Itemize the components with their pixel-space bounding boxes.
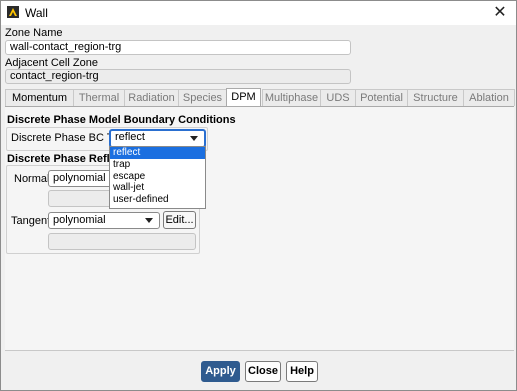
bc-option-escape[interactable]: escape: [110, 171, 205, 183]
bc-option-user-defined[interactable]: user-defined: [110, 194, 205, 206]
adjacent-cell-zone-label: Adjacent Cell Zone: [5, 57, 98, 69]
footer-divider: [5, 350, 514, 351]
tangent-coeff-display: [48, 233, 196, 250]
wall-dialog: Wall ✕ Zone Name wall-contact_region-trg…: [0, 0, 517, 391]
normal-label: Normal: [14, 173, 50, 185]
tab-bar: Momentum Thermal Radiation Species DPM M…: [5, 88, 515, 107]
title-bar: Wall ✕: [1, 1, 516, 25]
tangent-select-value: polynomial: [53, 214, 106, 226]
adjacent-cell-zone-field: contact_region-trg: [5, 69, 351, 84]
tab-momentum[interactable]: Momentum: [5, 89, 74, 106]
tab-ablation[interactable]: Ablation: [463, 89, 515, 106]
tab-uds[interactable]: UDS: [320, 89, 356, 106]
chevron-down-icon: [145, 218, 153, 223]
ansys-fluent-icon: [7, 6, 19, 18]
dpm-section-title: Discrete Phase Model Boundary Conditions: [7, 114, 236, 126]
tab-thermal[interactable]: Thermal: [73, 89, 125, 106]
tangent-label: Tangent: [11, 215, 51, 227]
help-button[interactable]: Help: [286, 361, 318, 382]
bc-option-trap[interactable]: trap: [110, 159, 205, 171]
normal-select-value: polynomial: [53, 172, 106, 184]
tab-multiphase[interactable]: Multiphase: [262, 89, 321, 106]
tab-species[interactable]: Species: [178, 89, 227, 106]
tab-radiation[interactable]: Radiation: [124, 89, 179, 106]
tab-potential[interactable]: Potential: [355, 89, 408, 106]
window-title: Wall: [25, 6, 48, 20]
tab-structure[interactable]: Structure: [407, 89, 464, 106]
bc-option-reflect[interactable]: reflect: [110, 147, 205, 159]
close-icon[interactable]: ✕: [490, 3, 510, 23]
close-button[interactable]: Close: [245, 361, 281, 382]
chevron-down-icon: [190, 136, 198, 141]
zone-name-field[interactable]: wall-contact_region-trg: [5, 40, 351, 55]
tangent-select[interactable]: polynomial: [48, 212, 160, 229]
bc-option-wall-jet[interactable]: wall-jet: [110, 182, 205, 194]
tangent-edit-button[interactable]: Edit...: [163, 211, 196, 229]
bc-type-select-value: reflect: [115, 131, 145, 143]
reflection-section-title: Discrete Phase Reflec: [7, 153, 122, 165]
apply-button[interactable]: Apply: [201, 361, 240, 382]
tab-dpm[interactable]: DPM: [226, 88, 261, 107]
bc-type-dropdown-list: reflect trap escape wall-jet user-define…: [109, 146, 206, 209]
zone-name-label: Zone Name: [5, 27, 63, 39]
